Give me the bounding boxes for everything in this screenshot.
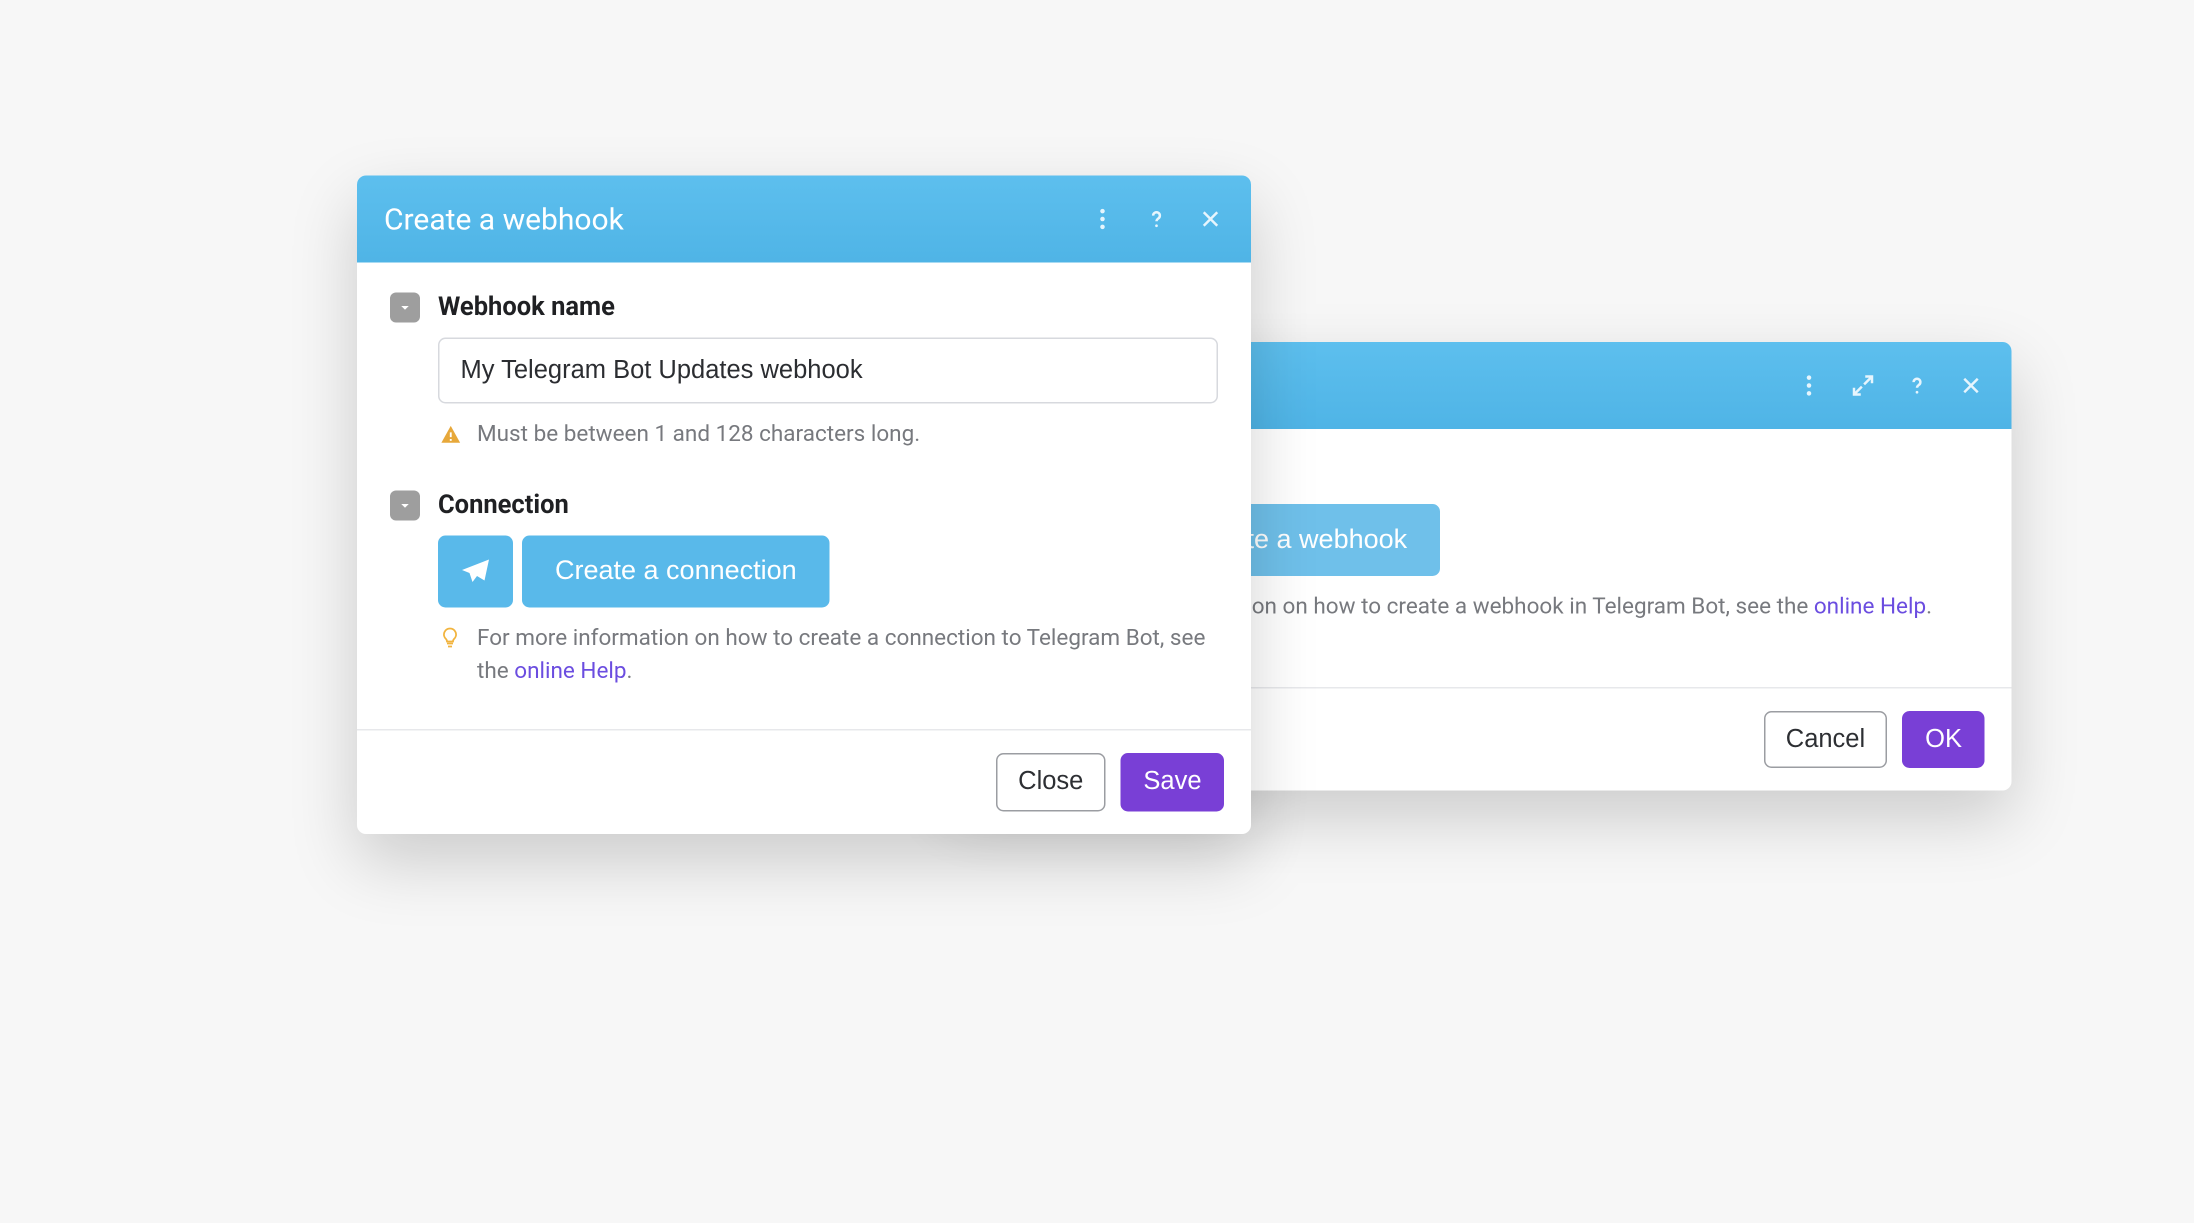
modal-footer: Close Save: [357, 729, 1251, 833]
cancel-button[interactable]: Cancel: [1763, 711, 1887, 769]
header-icons: [1089, 206, 1224, 233]
expand-icon[interactable]: [1850, 372, 1877, 399]
ok-button[interactable]: OK: [1903, 711, 1985, 769]
connection-label: Connection: [438, 490, 569, 520]
toggle-icon[interactable]: [390, 293, 420, 323]
telegram-app-icon-button[interactable]: [438, 535, 513, 607]
modal-body: Webhook name Must be between 1 and 128 c…: [357, 263, 1251, 730]
online-help-link[interactable]: online Help: [514, 656, 626, 683]
create-webhook-modal: Create a webhook Webhook na: [357, 176, 1251, 834]
connection-hint-text: For more information on how to create a …: [477, 622, 1218, 687]
close-icon[interactable]: [1197, 206, 1224, 233]
connection-section: Connection Create a connection: [390, 490, 1218, 687]
online-help-link[interactable]: online Help: [1814, 593, 1926, 620]
lightbulb-icon: [438, 622, 462, 652]
webhook-name-input[interactable]: [438, 338, 1218, 404]
save-button[interactable]: Save: [1121, 753, 1224, 811]
close-icon[interactable]: [1958, 372, 1985, 399]
webhook-name-hint: Must be between 1 and 128 characters lon…: [477, 419, 920, 452]
help-icon[interactable]: [1143, 206, 1170, 233]
help-icon[interactable]: [1904, 372, 1931, 399]
more-icon[interactable]: [1089, 206, 1116, 233]
header-icons: [1796, 372, 1985, 399]
create-connection-button-label: Create a connection: [555, 555, 797, 585]
webhook-name-label: Webhook name: [438, 293, 615, 323]
warning-icon: [438, 419, 462, 449]
more-icon[interactable]: [1796, 372, 1823, 399]
close-button[interactable]: Close: [996, 753, 1106, 811]
modal-header: Create a webhook: [357, 176, 1251, 263]
modal-title: Create a webhook: [384, 201, 1089, 237]
create-connection-button[interactable]: Create a connection: [522, 535, 830, 607]
webhook-name-section: Webhook name Must be between 1 and 128 c…: [390, 293, 1218, 452]
toggle-icon[interactable]: [390, 490, 420, 520]
